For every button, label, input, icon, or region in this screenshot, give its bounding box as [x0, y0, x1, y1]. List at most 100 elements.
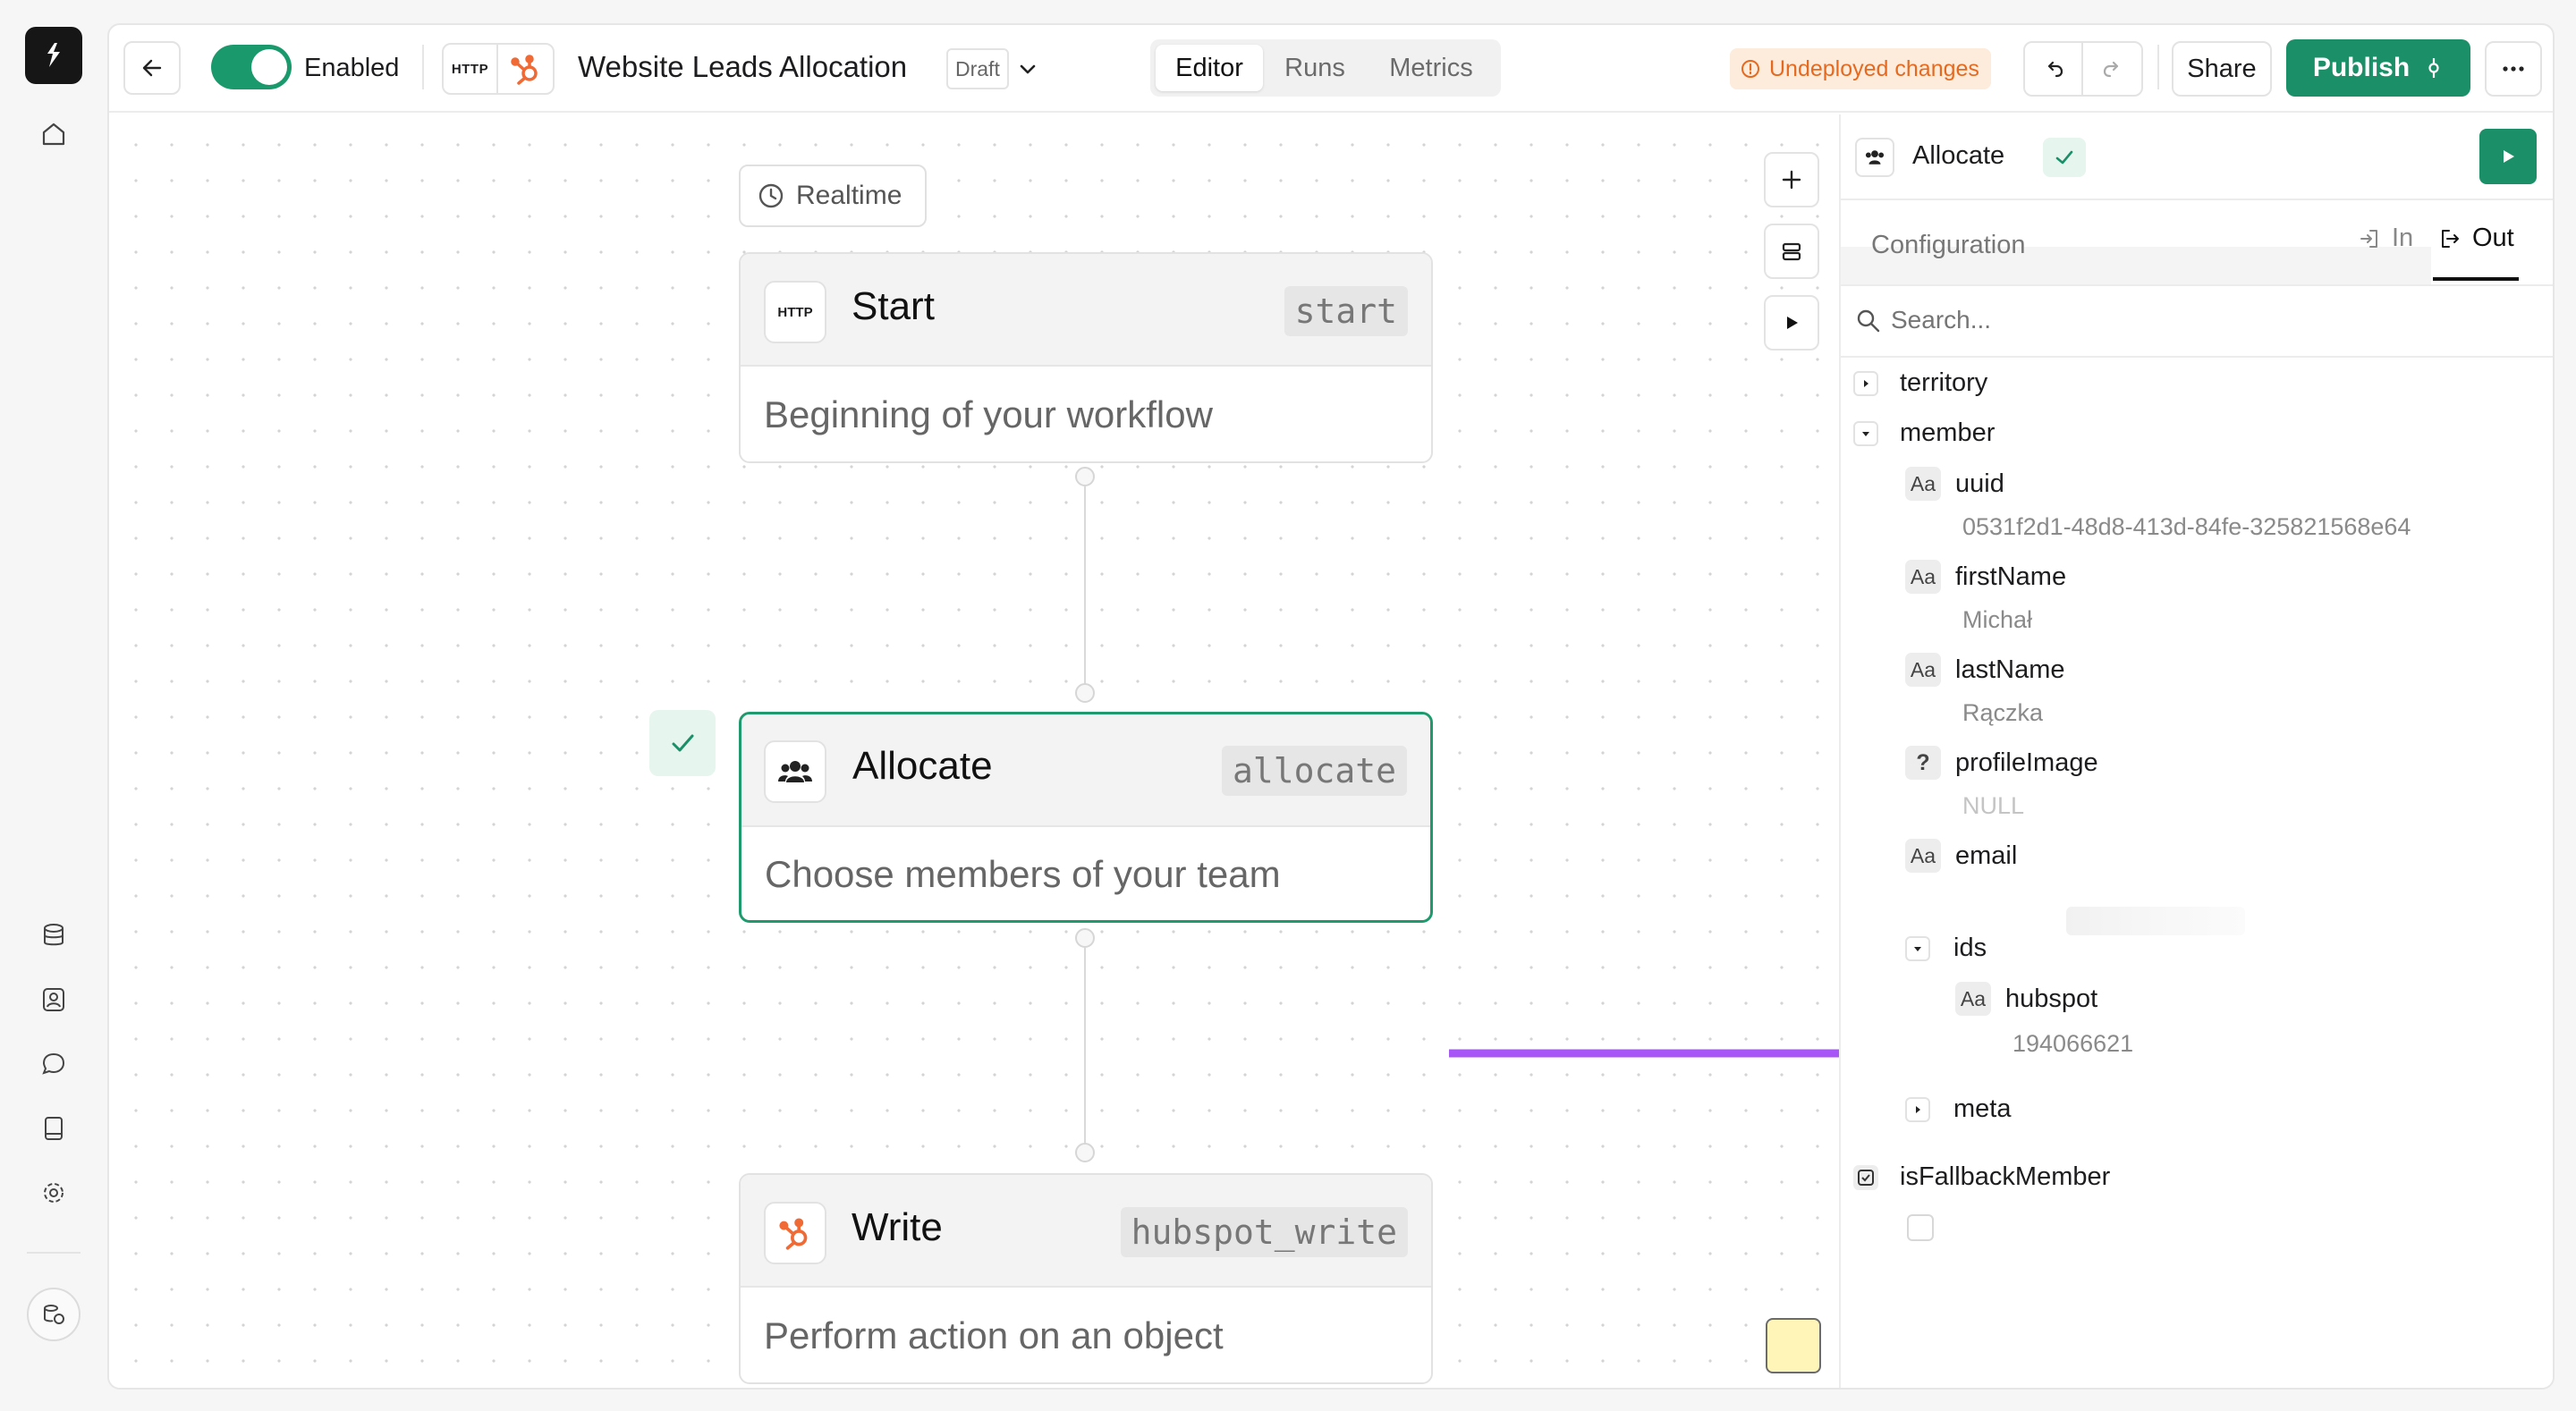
left-rail — [0, 0, 107, 1411]
tab-out[interactable]: Out — [2438, 224, 2514, 253]
tree-value: 194066621 — [2012, 1030, 2134, 1057]
tab-runs[interactable]: Runs — [1267, 45, 1363, 91]
tab-out-label: Out — [2472, 224, 2514, 252]
home-icon[interactable] — [36, 116, 72, 152]
workspace-avatar[interactable] — [27, 1288, 80, 1341]
database-icon[interactable] — [36, 917, 72, 953]
chat-icon[interactable] — [36, 1046, 72, 1082]
tab-in-label: In — [2392, 224, 2414, 252]
run-button[interactable] — [1764, 295, 1819, 351]
stack-icon — [1782, 242, 1801, 261]
tree-key: email — [1955, 841, 2018, 870]
tree-key: ids — [1953, 934, 1987, 962]
http-icon: HTTP — [444, 45, 499, 93]
string-type-icon: Aa — [1905, 839, 1941, 873]
app-logo[interactable] — [25, 27, 82, 84]
search-icon — [1857, 309, 1880, 333]
fallback-checkbox[interactable] — [1907, 1214, 1934, 1241]
trigger-pill[interactable]: Realtime — [739, 165, 927, 227]
node-key: allocate — [1221, 746, 1407, 796]
tab-editor[interactable]: Editor — [1156, 45, 1263, 91]
enabled-toggle[interactable] — [211, 45, 292, 89]
output-port[interactable] — [1075, 928, 1095, 948]
chevron-down-icon[interactable] — [1014, 55, 1041, 82]
divider — [2157, 45, 2159, 89]
tree-item-email[interactable]: Aa email — [1905, 839, 2017, 873]
warning-text: Undeployed changes — [1769, 55, 1979, 81]
tab-in[interactable]: In — [2358, 224, 2413, 253]
add-node-button[interactable] — [1764, 152, 1819, 207]
toggle-label: Enabled — [304, 54, 400, 82]
redo-button[interactable] — [2083, 43, 2141, 95]
tree-item-member[interactable]: member — [1853, 418, 1995, 448]
team-icon — [764, 740, 826, 803]
publish-button[interactable]: Publish — [2286, 39, 2470, 97]
settings-icon[interactable] — [36, 1175, 72, 1211]
workflow-title[interactable]: Website Leads Allocation — [578, 50, 907, 84]
tab-metrics[interactable]: Metrics — [1367, 45, 1496, 91]
node-write[interactable]: Write hubspot_write Perform action on an… — [739, 1173, 1433, 1384]
undo-button[interactable] — [2025, 43, 2084, 95]
unknown-type-icon: ? — [1905, 746, 1941, 780]
output-port[interactable] — [1075, 467, 1095, 486]
contacts-icon[interactable] — [36, 982, 72, 1018]
layout-button[interactable] — [1764, 224, 1819, 279]
edge — [1084, 486, 1086, 689]
view-tabs: Editor Runs Metrics — [1150, 39, 1501, 97]
run-step-button[interactable] — [2479, 129, 2537, 184]
chevron-down-icon[interactable] — [1853, 420, 1878, 446]
main-frame: Enabled HTTP Website Leads Allocation Dr… — [107, 23, 2555, 1390]
chevron-right-icon[interactable] — [1853, 370, 1878, 396]
integration-icons[interactable]: HTTP — [442, 43, 555, 95]
tree-item-hubspot[interactable]: Aa hubspot — [1955, 982, 2097, 1016]
chevron-down-icon[interactable] — [1905, 935, 1930, 961]
tree-item-uuid[interactable]: Aa uuid — [1905, 467, 2004, 501]
search-input[interactable] — [1891, 302, 2517, 338]
undeployed-changes-badge[interactable]: Undeployed changes — [1730, 48, 1991, 89]
node-description: Perform action on an object — [764, 1314, 1224, 1356]
commit-icon — [2428, 58, 2439, 78]
tree-item-firstname[interactable]: Aa firstName — [1905, 560, 2066, 594]
tree-item-isfallbackmember[interactable]: isFallbackMember — [1853, 1162, 2110, 1192]
tree-value: Michał — [1962, 606, 2033, 633]
node-title: Allocate — [852, 744, 993, 788]
more-button[interactable] — [2485, 41, 2542, 97]
input-port[interactable] — [1075, 1143, 1095, 1162]
share-button[interactable]: Share — [2172, 41, 2272, 97]
node-start[interactable]: HTTP Start start Beginning of your workf… — [739, 252, 1433, 463]
workflow-canvas[interactable]: Realtime HTTP Start start Beginning of y… — [109, 114, 1839, 1388]
node-header: Write hubspot_write — [741, 1175, 1431, 1288]
node-key: start — [1284, 286, 1408, 336]
tree-item-ids[interactable]: ids — [1905, 934, 1987, 963]
tree-key: territory — [1900, 368, 1988, 397]
node-allocate[interactable]: Allocate allocate Choose members of your… — [739, 712, 1433, 923]
tab-configuration[interactable]: Configuration — [1871, 231, 2026, 260]
panel-header: Allocate — [1841, 114, 2553, 200]
panel-title: Allocate — [1912, 141, 2005, 170]
tree-item-meta[interactable]: meta — [1905, 1094, 2011, 1124]
string-type-icon: Aa — [1905, 653, 1941, 687]
search-bar[interactable] — [1841, 286, 2553, 358]
book-icon[interactable] — [36, 1111, 72, 1146]
tree-item-lastname[interactable]: Aa lastName — [1905, 653, 2065, 687]
top-bar: Enabled HTTP Website Leads Allocation Dr… — [109, 25, 2553, 113]
trigger-label: Realtime — [796, 181, 902, 210]
sticky-note-button[interactable] — [1766, 1318, 1821, 1373]
tree-item-territory[interactable]: territory — [1853, 368, 1987, 398]
publish-label: Publish — [2312, 53, 2411, 82]
string-type-icon: Aa — [1905, 467, 1941, 501]
edge — [1084, 948, 1086, 1145]
tree-item-profileimage[interactable]: ? profileImage — [1905, 746, 2098, 780]
success-check-icon — [2043, 138, 2086, 177]
node-title: Write — [852, 1205, 943, 1249]
play-icon — [1787, 317, 1798, 329]
hubspot-icon — [764, 1202, 826, 1264]
back-button[interactable] — [123, 41, 181, 95]
tree-key: uuid — [1955, 469, 2004, 498]
tree-key: hubspot — [2005, 984, 2098, 1013]
input-port[interactable] — [1075, 683, 1095, 703]
tree-value: NULL — [1962, 792, 2025, 819]
success-check-icon — [649, 710, 716, 776]
chevron-right-icon[interactable] — [1905, 1096, 1930, 1122]
redo-icon — [2103, 61, 2118, 78]
